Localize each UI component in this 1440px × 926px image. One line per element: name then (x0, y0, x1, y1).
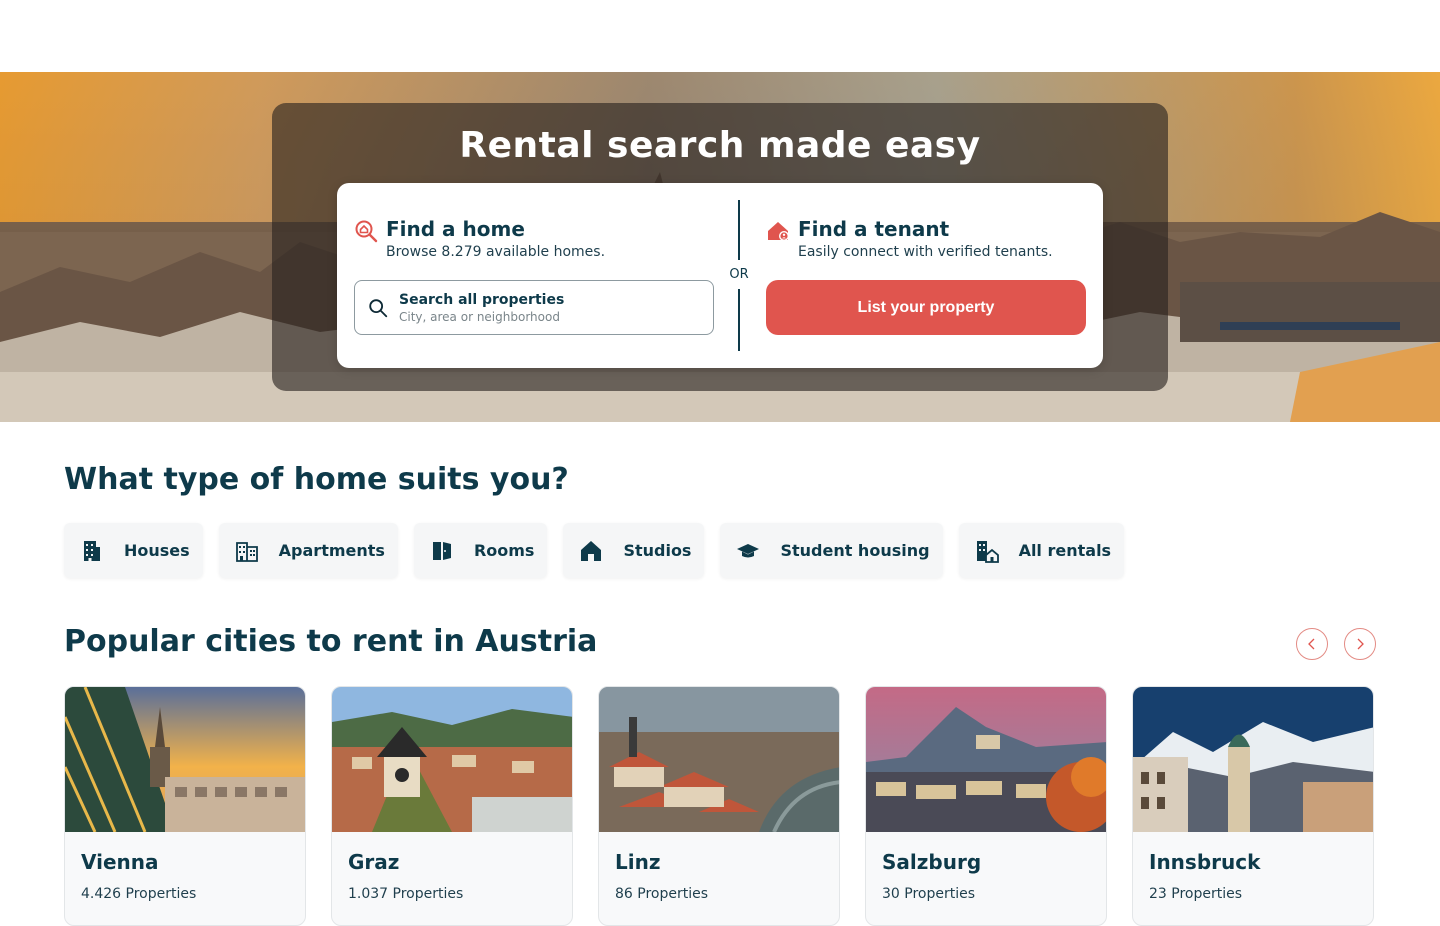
city-image-graz (332, 687, 572, 832)
find-home-title: Find a home (386, 217, 525, 241)
hero-title: Rental search made easy (459, 125, 981, 166)
home-type-label: Rooms (473, 541, 535, 560)
home-type-label: Student housing (780, 541, 930, 560)
top-navigation-bar (0, 0, 1440, 72)
home-type-label: Studios (623, 541, 692, 560)
find-home-column: Find a home Browse 8.279 available homes… (354, 217, 714, 260)
city-image-salzburg (866, 687, 1106, 832)
divider-top (738, 200, 740, 260)
popular-cities-title: Popular cities to rent in Austria (64, 624, 598, 659)
house-icon (581, 540, 602, 561)
home-type-all-rentals[interactable]: All rentals (958, 523, 1125, 578)
home-type-label: Houses (124, 541, 190, 560)
home-type-student-housing[interactable]: Student housing (720, 523, 943, 578)
city-card-vienna[interactable]: Vienna 4.426 Properties (64, 686, 306, 926)
carousel-next-button[interactable] (1344, 628, 1376, 660)
chevron-left-icon (1308, 638, 1315, 650)
find-tenant-subtitle: Easily connect with verified tenants. (798, 244, 1053, 260)
chevron-right-icon (1357, 638, 1364, 650)
city-card-list: Vienna 4.426 Properties Graz 1.037 Prope… (64, 686, 1374, 926)
home-types-title: What type of home suits you? (64, 462, 569, 497)
home-type-rooms[interactable]: Rooms (413, 523, 548, 578)
city-name: Salzburg (882, 850, 982, 874)
search-input-label: Search all properties (399, 291, 565, 308)
city-name: Vienna (81, 850, 159, 874)
find-home-subtitle: Browse 8.279 available homes. (386, 244, 606, 260)
city-card-linz[interactable]: Linz 86 Properties (598, 686, 840, 926)
city-home-icon (976, 540, 999, 563)
city-card-graz[interactable]: Graz 1.037 Properties (331, 686, 573, 926)
carousel-prev-button[interactable] (1296, 628, 1328, 660)
search-icon (369, 298, 388, 317)
house-user-icon (768, 222, 789, 241)
city-card-salzburg[interactable]: Salzburg 30 Properties (865, 686, 1107, 926)
search-input-placeholder: City, area or neighborhood (399, 309, 560, 324)
hero-section: Rental search made easy Find a home Brow… (0, 72, 1440, 422)
building-icon (84, 540, 100, 561)
home-types-section: What type of home suits you? Houses Apar… (64, 462, 1125, 578)
door-icon (432, 541, 451, 560)
divider-bottom (738, 289, 740, 351)
search-card: Find a home Browse 8.279 available homes… (337, 183, 1103, 368)
home-type-label: Apartments (278, 541, 385, 560)
apartment-building-icon (235, 541, 258, 562)
city-card-innsbruck[interactable]: Innsbruck 23 Properties (1132, 686, 1374, 926)
city-image-linz (599, 687, 839, 832)
city-image-vienna (65, 687, 305, 832)
property-search-input[interactable]: Search all properties City, area or neig… (354, 280, 714, 335)
city-name: Linz (615, 850, 661, 874)
search-home-icon (355, 220, 378, 243)
city-image-innsbruck (1133, 687, 1373, 832)
home-type-studios[interactable]: Studios (563, 523, 705, 578)
home-type-list: Houses Apartments Rooms Studios Student … (64, 523, 1125, 578)
find-tenant-column: Find a tenant Easily connect with verifi… (766, 217, 1086, 260)
list-property-button[interactable]: List your property (766, 280, 1086, 335)
or-separator: OR (729, 267, 749, 282)
home-type-label: All rentals (1018, 541, 1112, 560)
home-type-apartments[interactable]: Apartments (218, 523, 398, 578)
graduation-cap-icon (737, 543, 760, 557)
home-type-houses[interactable]: Houses (64, 523, 203, 578)
city-name: Graz (348, 850, 400, 874)
city-name: Innsbruck (1149, 850, 1261, 874)
find-tenant-title: Find a tenant (798, 217, 950, 241)
